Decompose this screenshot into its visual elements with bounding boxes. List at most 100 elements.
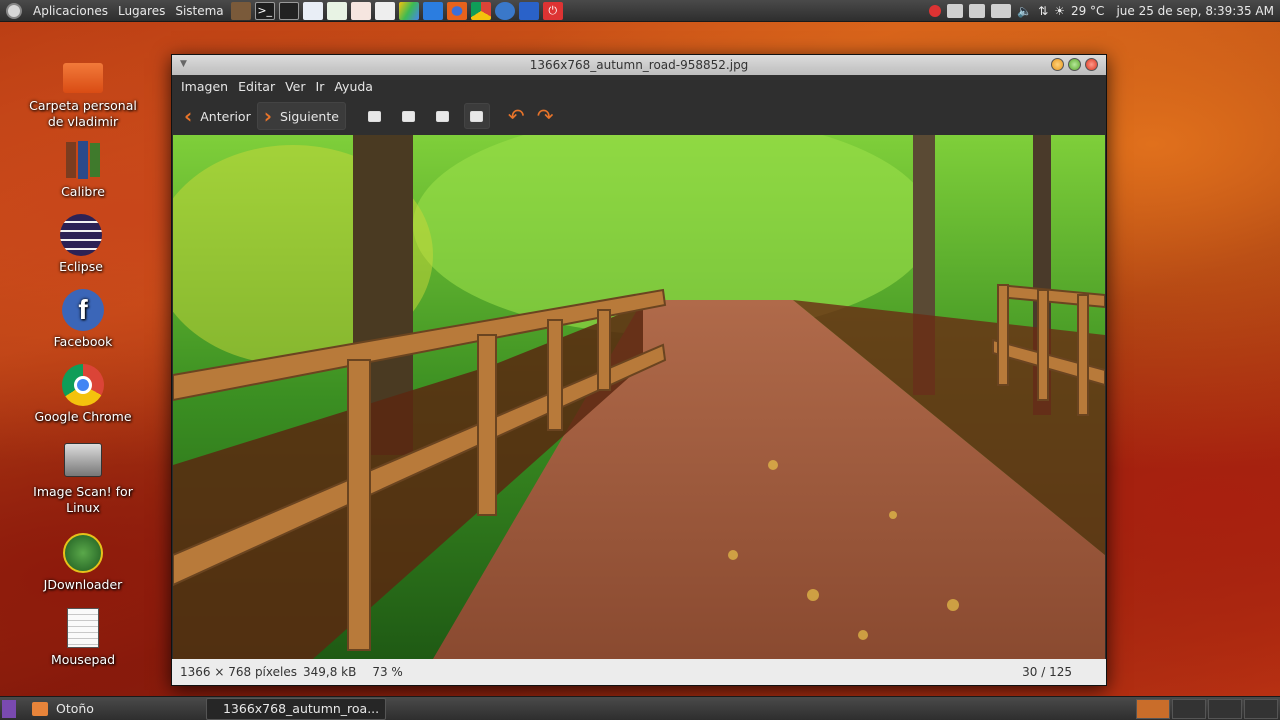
- next-button[interactable]: › Siguiente: [256, 102, 346, 130]
- window-menu-icon[interactable]: ▼: [180, 59, 187, 69]
- chrome-icon: [61, 363, 105, 407]
- zoom-normal-button[interactable]: [430, 103, 456, 129]
- zoom-normal-icon: [436, 110, 450, 122]
- desktop-icon-label: Carpeta personal de vladimir: [29, 98, 137, 129]
- network-icon[interactable]: ⇅: [1038, 4, 1048, 18]
- window-menubar: Imagen Editar Ver Ir Ayuda: [172, 75, 1106, 97]
- desktop-icon-label: Google Chrome: [34, 409, 132, 424]
- launcher-monitor-icon[interactable]: [278, 1, 299, 20]
- eclipse-icon: [59, 213, 103, 257]
- minimize-button[interactable]: [1051, 58, 1064, 71]
- previous-label: Anterior: [200, 108, 251, 124]
- rotate-right-button[interactable]: ↷: [537, 104, 554, 128]
- menu-ayuda[interactable]: Ayuda: [329, 79, 378, 94]
- taskbar-item-label: Otoño: [56, 701, 94, 716]
- rotate-left-button[interactable]: ↶: [508, 104, 525, 128]
- facebook-icon: f: [61, 288, 105, 332]
- status-bar: 1366 × 768 píxeles 349,8 kB 73 % 30 / 12…: [172, 659, 1106, 685]
- menu-aplicaciones[interactable]: Aplicaciones: [28, 4, 113, 18]
- menu-imagen[interactable]: Imagen: [176, 79, 233, 94]
- workspace-4[interactable]: [1244, 698, 1278, 719]
- menu-ver[interactable]: Ver: [280, 79, 310, 94]
- chevron-left-icon: ‹: [184, 104, 193, 128]
- window-title: 1366x768_autumn_road-958852.jpg: [529, 58, 749, 72]
- home-folder-icon: [61, 52, 105, 96]
- image-canvas[interactable]: [173, 135, 1105, 659]
- menu-lugares[interactable]: Lugares: [113, 4, 170, 18]
- books-icon: [61, 138, 105, 182]
- bottom-panel: Otoño 1366x768_autumn_roa...: [0, 696, 1280, 720]
- launcher-power-icon[interactable]: ⏻: [542, 1, 563, 20]
- launcher-opera-icon[interactable]: [494, 1, 515, 20]
- desktop-icon-chrome[interactable]: Google Chrome: [23, 363, 143, 425]
- chevron-right-icon: ›: [263, 104, 272, 128]
- launcher-writer-icon[interactable]: [302, 1, 323, 20]
- top-panel: Aplicaciones Lugares Sistema >_ ⏻ 🔈 ⇅ ☀ …: [0, 0, 1280, 22]
- window-toolbar: ‹ Anterior › Siguiente ↶ ↷: [172, 97, 1106, 135]
- zoom-fit-icon: [470, 110, 484, 122]
- zoom-out-button[interactable]: [396, 103, 422, 129]
- desktop-icon-label: Calibre: [61, 184, 105, 199]
- workspace-3[interactable]: [1208, 698, 1242, 719]
- zoom-in-button[interactable]: [362, 103, 388, 129]
- image-viewer-window: ▼ 1366x768_autumn_road-958852.jpg Imagen…: [171, 54, 1107, 686]
- launcher-editor-icon[interactable]: [374, 1, 395, 20]
- close-button[interactable]: [1085, 58, 1098, 71]
- clock[interactable]: jue 25 de sep, 8:39:35 AM: [1116, 4, 1274, 18]
- launcher-firefox-icon[interactable]: [446, 1, 467, 20]
- launcher-terminal-icon[interactable]: >_: [254, 1, 275, 20]
- zoom-in-icon: [368, 110, 382, 122]
- distro-logo-icon[interactable]: [6, 2, 22, 19]
- desktop-icon-facebook[interactable]: f Facebook: [23, 288, 143, 350]
- menu-editar[interactable]: Editar: [233, 79, 280, 94]
- keyboard-icon[interactable]: [991, 3, 1012, 18]
- photo-icon[interactable]: [947, 3, 964, 18]
- desktop-icon-eclipse[interactable]: Eclipse: [21, 213, 141, 275]
- taskbar-item-image-viewer[interactable]: 1366x768_autumn_roa...: [205, 697, 386, 720]
- desktop-icon-label: Image Scan! for Linux: [33, 484, 133, 515]
- desktop-icon-jdownloader[interactable]: JDownloader: [23, 531, 143, 593]
- launcher-impress-icon[interactable]: [350, 1, 371, 20]
- maximize-button[interactable]: [1068, 58, 1081, 71]
- launcher-files-icon[interactable]: [230, 1, 251, 20]
- volume-icon[interactable]: 🔈: [1017, 4, 1032, 18]
- notepad-icon: [61, 606, 105, 650]
- desktop-icon-imagescan[interactable]: Image Scan! for Linux: [23, 438, 143, 516]
- taskbar-item-label: 1366x768_autumn_roa...: [222, 701, 380, 716]
- launcher-dropbox-icon[interactable]: [422, 1, 443, 20]
- window-titlebar[interactable]: ▼ 1366x768_autumn_road-958852.jpg: [172, 55, 1106, 75]
- launcher-calc-icon[interactable]: [326, 1, 347, 20]
- launcher-thunderbird-icon[interactable]: [518, 1, 539, 20]
- weather-temp[interactable]: 29 °C: [1071, 4, 1104, 18]
- taskbar-item-otono[interactable]: Otoño: [24, 698, 102, 720]
- workspace-2[interactable]: [1172, 698, 1206, 719]
- desktop-icon-label: Mousepad: [50, 652, 116, 667]
- scanner-icon: [61, 438, 105, 482]
- record-icon[interactable]: [929, 4, 942, 17]
- desktop-icon-home[interactable]: Carpeta personal de vladimir: [23, 52, 143, 130]
- autumn-road-photo: [173, 135, 1105, 659]
- image-position: 30 / 125: [1022, 665, 1072, 679]
- folder-icon: [32, 701, 48, 716]
- launcher-drive-icon[interactable]: [398, 1, 419, 20]
- workspace-switcher: [1136, 698, 1278, 719]
- zoom-out-icon: [402, 110, 416, 122]
- desktop-icon-calibre[interactable]: Calibre: [23, 138, 143, 200]
- menu-ir[interactable]: Ir: [311, 79, 330, 94]
- system-tray: 🔈 ⇅ ☀ 29 °C jue 25 de sep, 8:39:35 AM: [929, 3, 1280, 18]
- weather-icon[interactable]: ☀: [1054, 4, 1065, 18]
- desktop-icon-mousepad[interactable]: Mousepad: [23, 606, 143, 668]
- image-dimensions: 1366 × 768 píxeles: [180, 665, 297, 679]
- next-label: Siguiente: [279, 108, 339, 124]
- zoom-fit-button[interactable]: [463, 103, 490, 129]
- image-filesize: 349,8 kB: [302, 665, 357, 679]
- zoom-level: 73 %: [372, 665, 403, 679]
- launcher-chrome-icon[interactable]: [470, 1, 491, 20]
- jdownloader-icon: [61, 531, 105, 575]
- menu-sistema[interactable]: Sistema: [170, 4, 228, 18]
- desktop-icon-label: Facebook: [53, 334, 113, 349]
- previous-button[interactable]: ‹ Anterior: [178, 102, 257, 130]
- mail-icon[interactable]: [969, 3, 986, 18]
- workspace-1[interactable]: [1136, 698, 1170, 719]
- show-desktop-icon[interactable]: [2, 699, 16, 718]
